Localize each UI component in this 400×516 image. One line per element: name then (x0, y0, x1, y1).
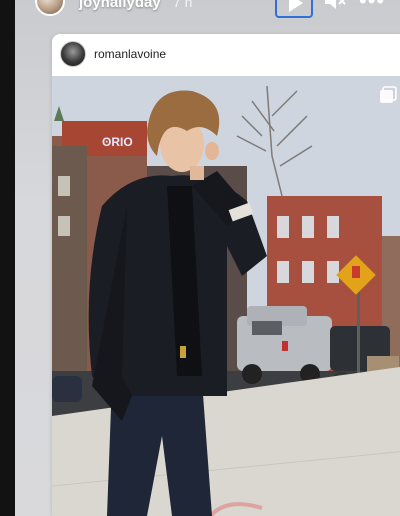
story-avatar[interactable] (35, 0, 65, 16)
multi-photo-icon (380, 86, 397, 103)
story-header: joyhallyday 7 h ••• (15, 0, 400, 22)
play-button[interactable] (275, 0, 313, 18)
svg-text:ʘRIO: ʘRIO (102, 135, 133, 149)
more-icon[interactable]: ••• (359, 0, 385, 14)
post-username[interactable]: romanlavoine (94, 47, 166, 61)
post-header: romanlavoine (52, 34, 400, 76)
mute-icon[interactable] (323, 0, 347, 10)
shared-post-card[interactable]: romanlavoine ʘRIO (52, 34, 400, 516)
story-viewer: joyhallyday 7 h ••• romanlavoine ʘRIO (15, 0, 400, 516)
photo-scene: ʘRIO (52, 76, 400, 516)
story-username[interactable]: joyhallyday (79, 0, 161, 11)
post-photo[interactable]: ʘRIO (52, 76, 400, 516)
story-time: 7 h (173, 0, 193, 10)
play-icon (289, 0, 303, 12)
post-avatar[interactable] (60, 41, 86, 67)
